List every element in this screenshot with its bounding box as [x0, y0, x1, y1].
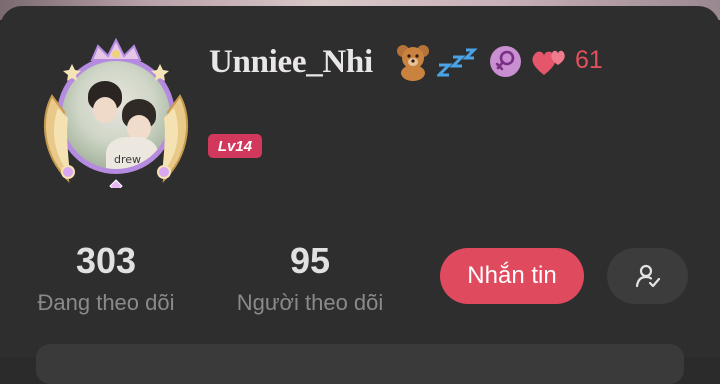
female-gender-icon	[490, 46, 521, 77]
username: Unniee_Nhi	[209, 43, 373, 80]
following-label[interactable]: Đang theo dõi	[21, 290, 191, 316]
user-check-icon	[635, 264, 660, 288]
content-panel	[36, 344, 684, 384]
message-button[interactable]: Nhắn tin	[440, 248, 584, 304]
followers-count[interactable]: 95	[260, 240, 360, 282]
avatar[interactable]: drew	[38, 38, 194, 188]
following-count[interactable]: 303	[56, 240, 156, 282]
avatar-frame-icon	[43, 38, 189, 188]
heart-count: 61	[575, 45, 603, 74]
level-badge: Lv14	[208, 134, 262, 158]
two-hearts-icon	[532, 50, 565, 75]
follow-status-button[interactable]	[607, 248, 688, 304]
followers-label[interactable]: Người theo dõi	[220, 290, 400, 316]
zzz-emoji-icon	[437, 48, 478, 77]
bear-emoji-icon	[397, 45, 429, 81]
